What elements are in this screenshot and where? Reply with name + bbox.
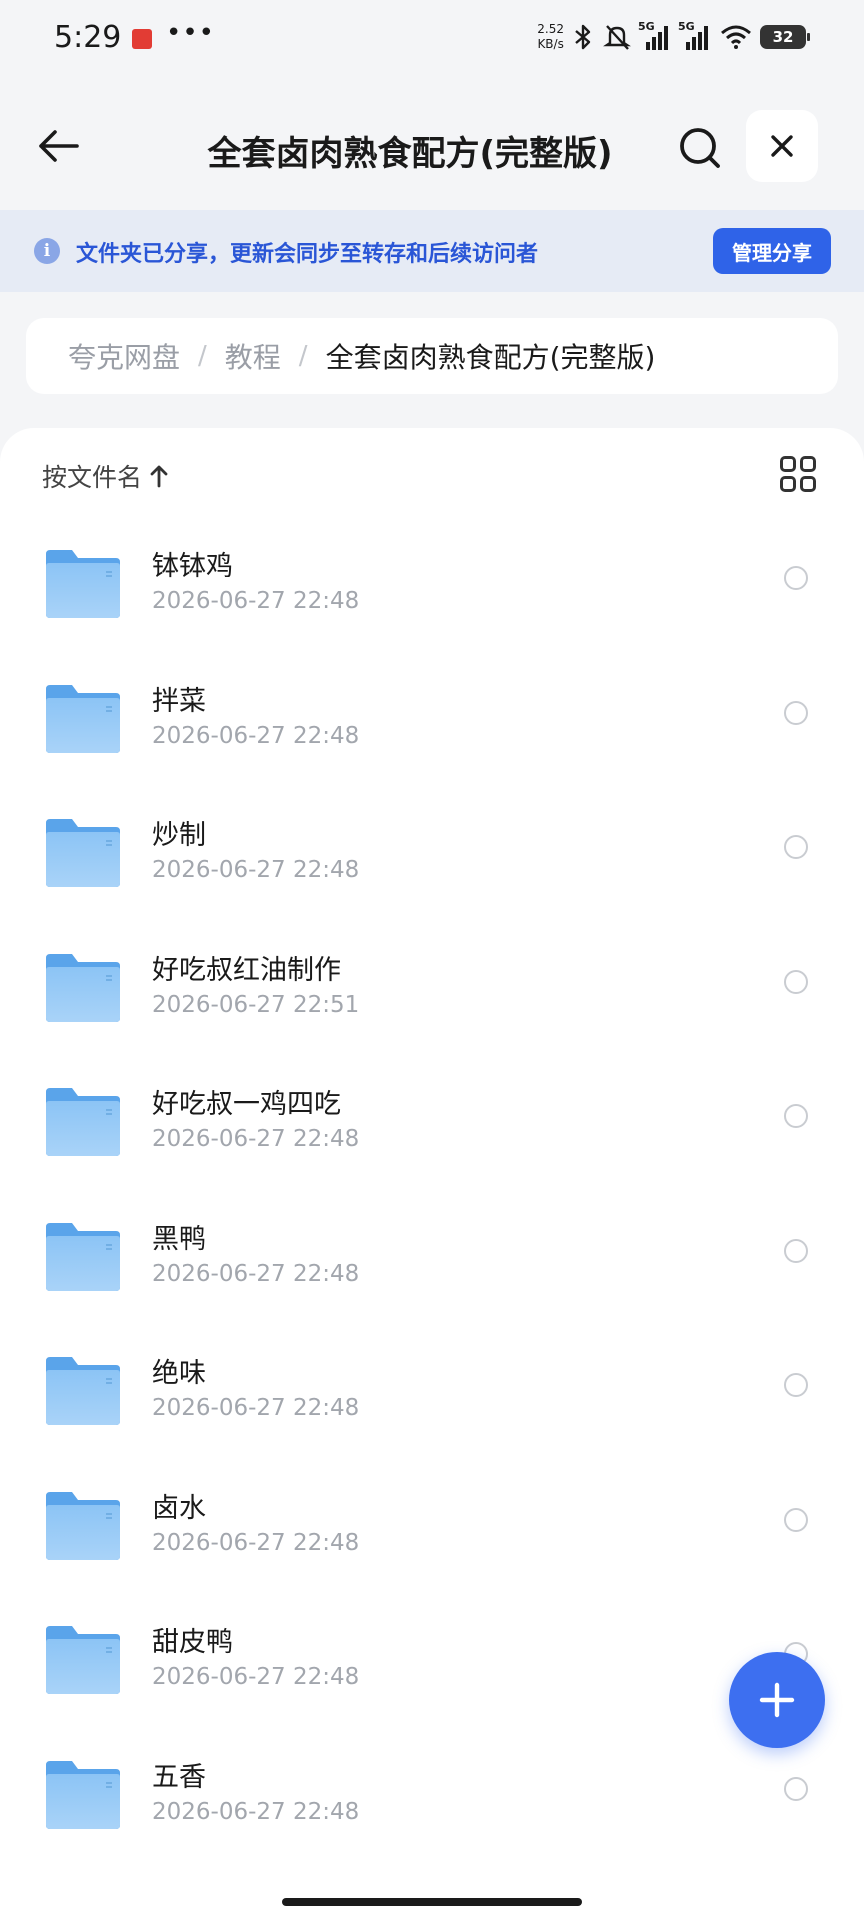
page-title: 全套卤肉熟食配方(完整版)	[207, 134, 613, 174]
file-name: 好吃叔红油制作	[152, 954, 341, 986]
folder-icon	[46, 1357, 120, 1425]
folder-icon	[46, 953, 120, 1022]
file-modified-date: 2026-06-27 22:48	[152, 588, 360, 614]
file-modified-date: 2026-06-27 22:48	[152, 857, 360, 883]
wifi-icon	[721, 25, 751, 49]
file-modified-date: 2026-06-27 22:48	[152, 1126, 360, 1152]
select-checkbox[interactable]	[784, 1104, 808, 1128]
folder-icon	[46, 1760, 120, 1829]
folder-icon	[46, 1088, 120, 1156]
file-name: 甜皮鸭	[152, 1627, 233, 1658]
grid-view-icon	[780, 456, 796, 472]
status-time: 5:29	[54, 20, 122, 55]
select-checkbox[interactable]	[784, 835, 808, 859]
back-button[interactable]	[28, 116, 88, 176]
info-icon: i	[34, 238, 60, 264]
breadcrumb-item-current: 全套卤肉熟食配方(完整版)	[325, 341, 656, 374]
select-checkbox[interactable]	[784, 1507, 808, 1532]
file-modified-date: 2026-06-27 22:48	[152, 1395, 360, 1421]
folder-icon	[46, 1222, 120, 1291]
folder-icon	[46, 819, 120, 887]
network-speed-value: 2.52	[537, 22, 564, 36]
file-name: 好吃叔一鸡四吃	[152, 1089, 341, 1120]
share-notice-banner: i 文件夹已分享，更新会同步至转存和后续访问者 管理分享	[0, 210, 864, 292]
signal-type-label: 5G	[678, 20, 695, 33]
file-list-item[interactable]: 卤水 2026-06-27 22:48	[0, 1458, 864, 1593]
file-name: 炒制	[152, 820, 206, 851]
network-speed-unit: KB/s	[537, 37, 564, 51]
search-button[interactable]	[672, 120, 728, 176]
file-list-item[interactable]: 拌菜 2026-06-27 22:48	[0, 651, 864, 786]
file-name: 拌菜	[152, 685, 206, 717]
breadcrumb-separator: /	[198, 341, 207, 371]
bluetooth-icon	[575, 24, 591, 50]
close-icon	[771, 135, 793, 157]
folder-icon	[46, 684, 120, 753]
battery-icon: 32	[760, 25, 810, 49]
select-checkbox[interactable]	[784, 1373, 808, 1397]
battery-level: 32	[772, 28, 794, 46]
file-list-item[interactable]: 炒制 2026-06-27 22:48	[0, 785, 864, 920]
close-button[interactable]	[746, 110, 818, 182]
signal-strength-icon: 5G	[678, 20, 712, 50]
file-list-item[interactable]: 钵钵鸡 2026-06-27 22:48	[0, 516, 864, 651]
file-list-item[interactable]: 黑鸭 2026-06-27 22:48	[0, 1189, 864, 1324]
select-checkbox[interactable]	[784, 1776, 808, 1801]
file-list: 钵钵鸡 2026-06-27 22:48 拌菜 2026-06-27 22:48	[0, 516, 864, 1861]
top-app-bar: 全套卤肉熟食配方(完整版)	[0, 106, 864, 188]
file-name: 五香	[152, 1761, 206, 1793]
manage-share-button[interactable]: 管理分享	[713, 228, 831, 274]
home-indicator[interactable]	[282, 1898, 582, 1906]
more-notifications-icon: •••	[166, 18, 216, 48]
file-modified-date: 2026-06-27 22:48	[152, 1798, 360, 1825]
breadcrumb-separator: /	[298, 341, 308, 371]
silent-bell-icon	[603, 25, 631, 50]
search-icon	[680, 128, 720, 168]
status-indicators: 2.52 KB/s 5G 5G 32	[537, 20, 810, 52]
breadcrumb-item-root[interactable]: 夸克网盘	[68, 336, 180, 376]
folder-icon	[46, 550, 120, 618]
select-checkbox[interactable]	[784, 1238, 808, 1263]
select-checkbox[interactable]	[784, 700, 808, 725]
file-list-item[interactable]: 好吃叔红油制作 2026-06-27 22:51	[0, 920, 864, 1055]
stock-app-icon	[132, 29, 152, 49]
file-name: 绝味	[152, 1358, 206, 1389]
file-modified-date: 2026-06-27 22:48	[152, 1260, 360, 1287]
breadcrumb-item-tutorial[interactable]: 教程	[225, 336, 281, 376]
breadcrumb: 夸克网盘 / 教程 / 全套卤肉熟食配方(完整版)	[26, 318, 838, 394]
file-modified-date: 2026-06-27 22:51	[152, 991, 360, 1018]
signal-type-label: 5G	[638, 20, 655, 33]
file-modified-date: 2026-06-27 22:48	[152, 722, 360, 749]
file-modified-date: 2026-06-27 22:48	[152, 1664, 360, 1690]
plus-icon	[759, 1682, 795, 1718]
select-checkbox[interactable]	[784, 969, 808, 994]
arrow-up-icon	[150, 465, 168, 488]
select-checkbox[interactable]	[784, 566, 808, 590]
folder-icon	[46, 1491, 120, 1560]
network-speed: 2.52 KB/s	[537, 22, 564, 52]
sort-by-name-button[interactable]: 按文件名	[42, 458, 168, 494]
arrow-left-icon	[39, 130, 79, 162]
share-notice-text: 文件夹已分享，更新会同步至转存和后续访问者	[76, 242, 539, 267]
folder-icon	[46, 1626, 120, 1694]
file-list-item[interactable]: 好吃叔一鸡四吃 2026-06-27 22:48	[0, 1054, 864, 1189]
signal-strength-icon: 5G	[638, 20, 672, 50]
file-list-item[interactable]: 五香 2026-06-27 22:48	[0, 1727, 864, 1862]
status-bar: 5:29 ••• 2.52 KB/s 5G 5G 32	[0, 0, 864, 82]
file-list-item[interactable]: 绝味 2026-06-27 22:48	[0, 1323, 864, 1458]
file-name: 卤水	[152, 1492, 206, 1524]
sort-label: 按文件名	[42, 463, 143, 492]
file-name: 黑鸭	[152, 1223, 206, 1255]
file-name: 钵钵鸡	[152, 551, 233, 582]
add-button[interactable]	[729, 1652, 825, 1748]
grid-view-toggle[interactable]	[780, 456, 820, 496]
file-modified-date: 2026-06-27 22:48	[152, 1529, 360, 1556]
